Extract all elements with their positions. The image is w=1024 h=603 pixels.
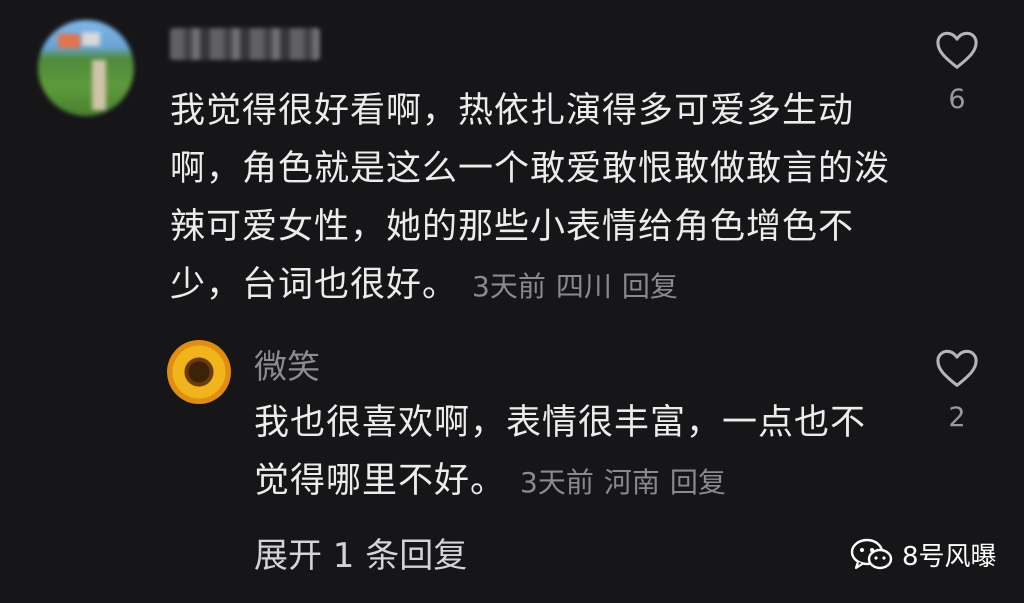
reply-location: 河南	[603, 466, 660, 499]
wechat-icon	[850, 538, 893, 569]
comment-like-button[interactable]: 6	[932, 30, 982, 115]
commenter-avatar[interactable]	[38, 20, 134, 116]
commenter-username-blurred[interactable]	[170, 28, 320, 60]
reply-username[interactable]: 微笑	[254, 340, 320, 388]
comment-meta: 3天前 四川 回复	[472, 270, 678, 303]
reply-reply-button[interactable]: 回复	[670, 466, 726, 499]
reply-time: 3天前	[520, 466, 594, 499]
reply-body: 我也很喜欢啊，表情很丰富，一点也不觉得哪里不好。 3天前 河南 回复	[254, 394, 894, 512]
watermark-text: 8号风曝	[902, 542, 997, 572]
comment-body: 我觉得很好看啊，热依扎演得多可爱多生动啊，角色就是这么一个敢爱敢恨敢做敢言的泼辣…	[170, 82, 890, 316]
reply-like-button[interactable]: 2	[932, 348, 982, 433]
watermark: 8号风曝	[850, 536, 997, 573]
comment-reply-button[interactable]: 回复	[622, 270, 678, 303]
reply-avatar[interactable]	[167, 340, 231, 404]
expand-replies-button[interactable]: 展开 1 条回复	[254, 528, 467, 577]
comment-time: 3天前	[472, 270, 546, 303]
heart-outline-icon	[936, 31, 978, 69]
comment-location: 四川	[555, 270, 612, 303]
heart-outline-icon	[936, 349, 978, 387]
reply-meta: 3天前 河南 回复	[520, 466, 726, 499]
comment-like-count: 6	[948, 84, 966, 115]
reply-like-count: 2	[948, 402, 966, 433]
